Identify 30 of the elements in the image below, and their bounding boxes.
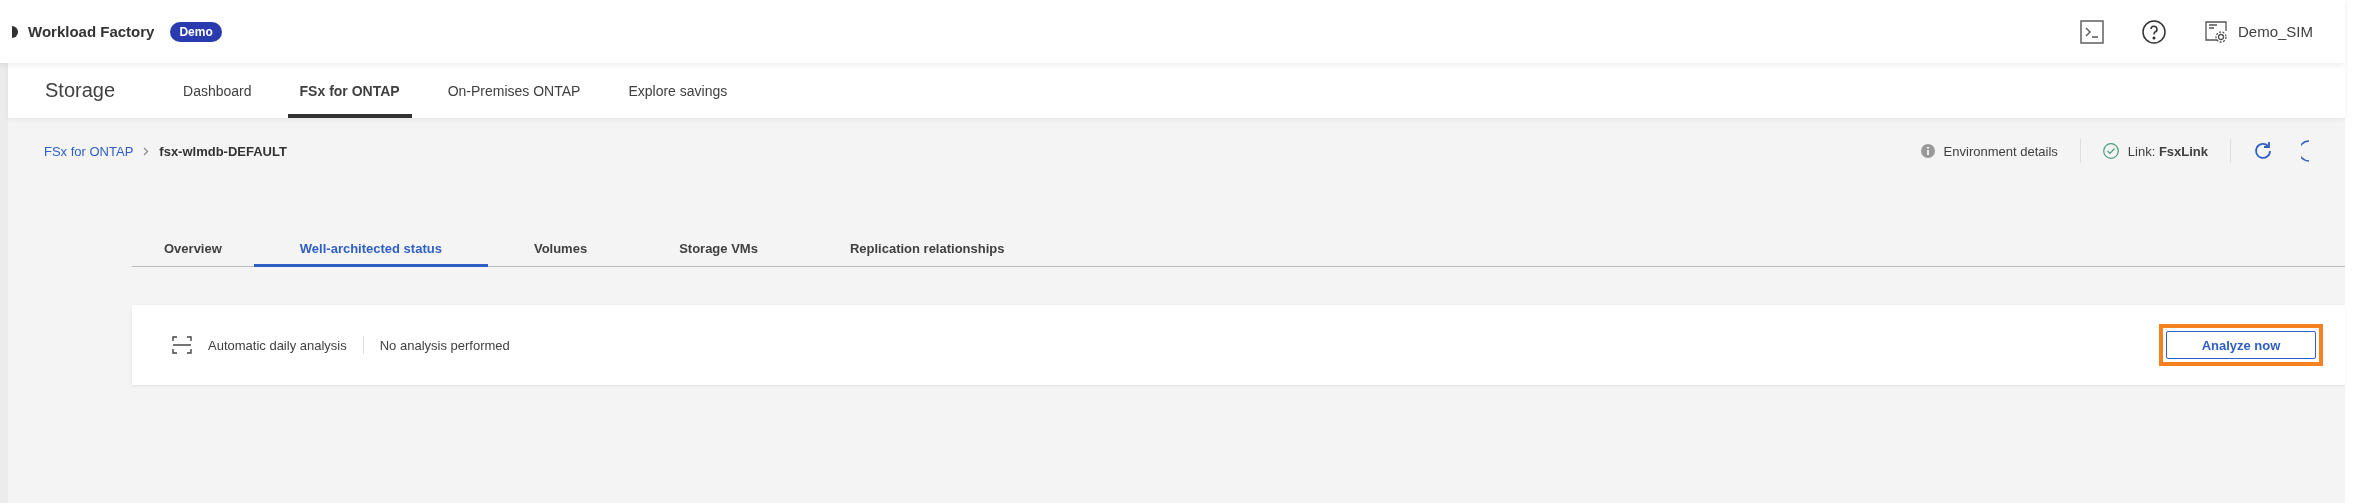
content-tab[interactable]: Well-architected status [253,232,488,267]
breadcrumb-link[interactable]: FSx for ONTAP [44,143,134,159]
nav-tab[interactable]: On-Premises ONTAP [435,63,593,118]
account-button[interactable]: Demo_SIM [2203,19,2313,44]
settings-icon [2203,19,2228,44]
terminal-icon [2079,19,2104,44]
chevron-icon [143,146,150,156]
refresh-icon [2253,141,2273,161]
section-title: Storage [45,79,116,102]
content-tab[interactable]: Volumes [487,232,634,267]
link-status-button[interactable]: Link: FsxLink [2080,143,2230,159]
nav-tab[interactable]: FSx for ONTAP [287,63,412,118]
content-tab[interactable]: Storage VMs [633,232,804,267]
page-name: fsx-wlmdb-DEFAULT [159,143,287,159]
schedule-label: Automatic daily analysis [208,337,347,353]
nav-tab[interactable]: Dashboard [171,63,264,118]
content-tab[interactable]: Replication relationships [803,232,1051,267]
environment-details-button[interactable]: Environment details [1898,143,2080,159]
analysis-status: No analysis performed [379,337,510,353]
terminal-button[interactable] [2079,19,2104,44]
help-button[interactable] [2141,19,2166,44]
app-name: Workload Factory [28,23,155,40]
demo-badge: Demo [170,21,222,42]
help-icon [2141,19,2166,44]
nav-tab[interactable]: Explore savings [616,63,740,118]
content-tab[interactable]: Overview [132,232,254,267]
analyze-now-button[interactable]: Analyze now [2166,331,2316,359]
scan-icon [172,335,192,355]
info-icon [1920,144,1935,158]
logo-icon [12,24,20,39]
